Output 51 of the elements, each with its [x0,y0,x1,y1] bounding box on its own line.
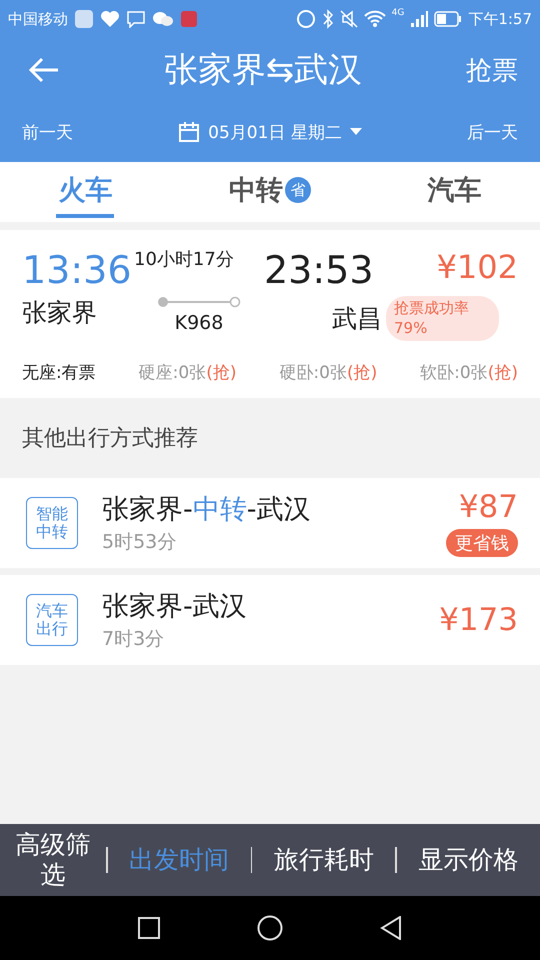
save-badge: 省 [284,177,311,203]
section-title: 其他出行方式推荐 [22,425,198,453]
duration-label: 10小时17分 [134,248,235,272]
arrival-time: 23:53 [264,248,375,292]
nfc-icon [296,9,316,29]
carrier-label: 中国移动 [8,10,68,28]
option-price: ¥173 [439,602,518,638]
clock-label: 下午1:57 [468,10,532,28]
wifi-icon [364,10,386,28]
seat-availability: 软卧:0张(抢) [420,362,518,384]
bluetooth-icon [322,9,334,29]
recents-icon[interactable] [138,917,160,939]
chat-bubbles-icon [152,10,174,28]
departure-station: 张家界 [22,297,98,329]
mute-icon [340,10,358,28]
app-icon [74,9,94,29]
route-line-icon [157,296,241,308]
sort-option[interactable]: 高级筛选 [0,830,106,890]
sort-option[interactable]: 旅行耗时 [252,845,396,875]
battery-icon [434,11,462,27]
travel-option[interactable]: 汽车出行 张家界-武汉 7时3分 ¥173 [0,575,540,665]
seat-availability: 无座:有票 [22,362,96,384]
back-icon[interactable] [380,916,402,940]
calendar-icon [178,121,200,143]
transport-tab[interactable]: 中转 省 [226,166,313,218]
sort-option[interactable]: 显示价格 [396,845,540,875]
seat-availability: 硬卧:0张(抢) [279,362,378,384]
option-price: ¥87 [458,489,518,525]
option-duration: 7时3分 [102,627,166,652]
price-label: ¥102 [436,248,518,288]
option-title: 张家界-中转-武汉 [102,493,312,527]
train-number: K968 [174,312,224,334]
seat-availability: 硬座:0张(抢) [138,362,236,384]
dropdown-caret-icon [350,128,362,136]
signal-icon [410,10,428,28]
chat-icon [126,10,146,28]
cheaper-badge: 更省钱 [446,529,518,557]
option-title: 张家界-武汉 [102,590,248,624]
option-tag: 汽车出行 [26,594,78,646]
success-rate-badge: 抢票成功率79% [386,296,498,341]
arrival-station: 武昌 [331,303,383,335]
option-duration: 5时53分 [102,530,178,555]
app-icon [180,10,198,28]
route-title: 张家界⇆武汉 [162,49,364,92]
home-icon[interactable] [256,915,283,941]
option-tag: 智能中转 [26,497,78,549]
network-label: 4G [392,8,404,18]
departure-time: 13:36 [22,248,133,292]
travel-option[interactable]: 智能中转 张家界-中转-武汉 5时53分 ¥87 更省钱 [0,478,540,568]
transport-tab[interactable]: 汽车 [426,166,484,218]
heart-icon [100,10,120,28]
